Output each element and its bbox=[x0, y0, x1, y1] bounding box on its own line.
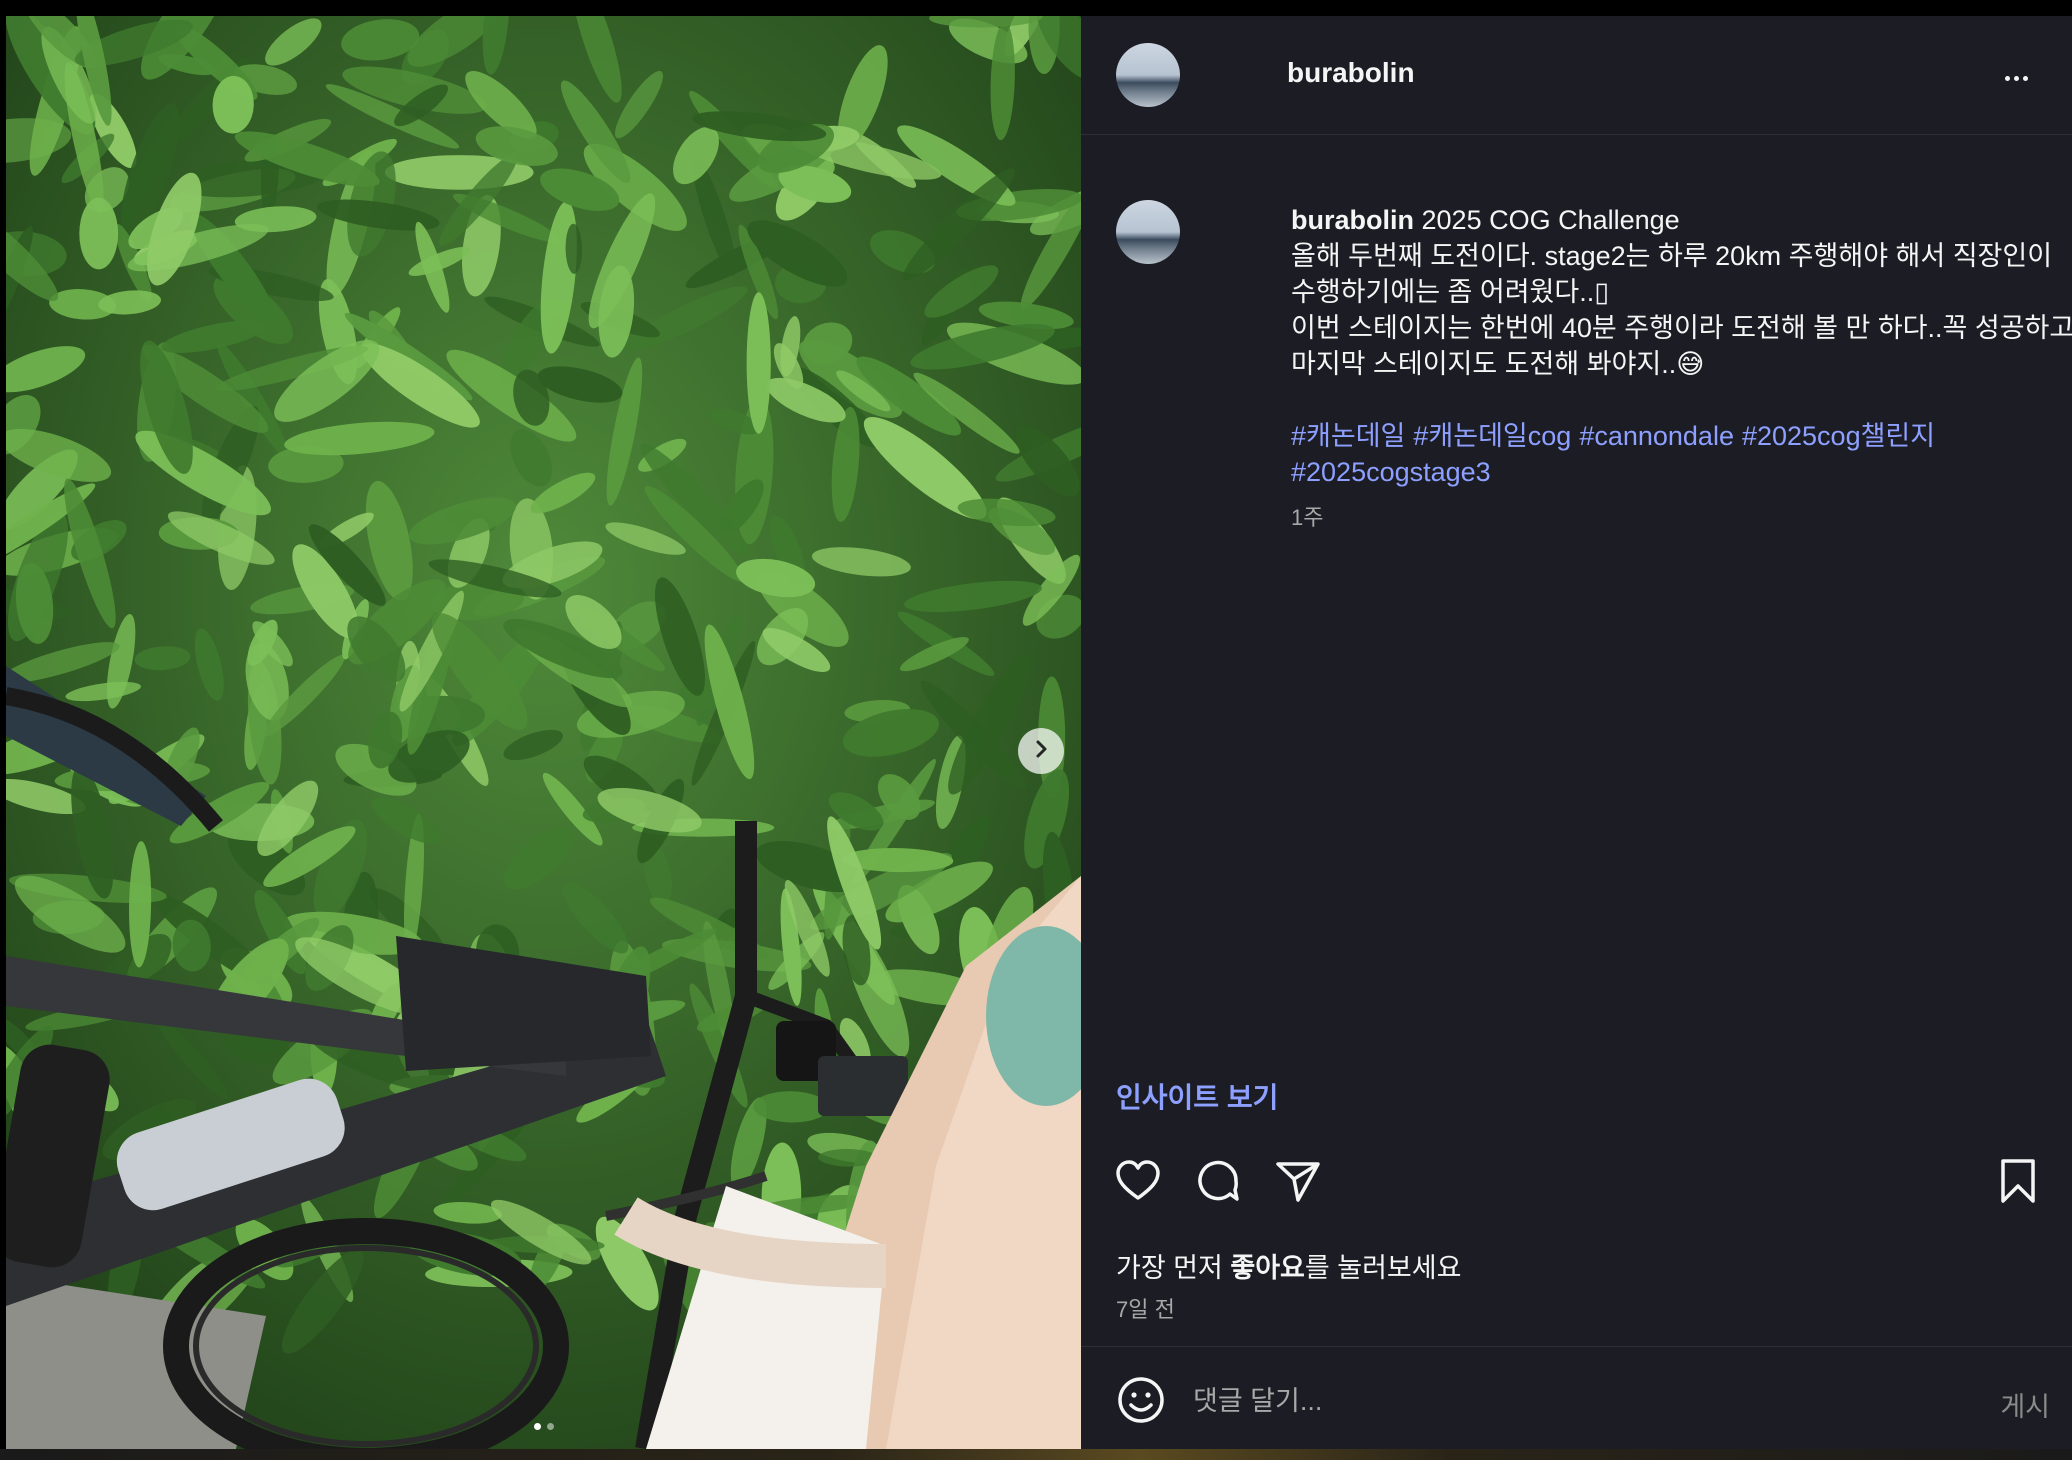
post-comment-button[interactable]: 게시 bbox=[2000, 1385, 2050, 1424]
more-dot bbox=[2013, 75, 2019, 81]
photo-image bbox=[6, 16, 1081, 1449]
more-horizontal-icon bbox=[2004, 75, 2010, 81]
heart-icon bbox=[1114, 1157, 1162, 1210]
post-photo[interactable] bbox=[6, 16, 1081, 1449]
caption-username[interactable]: burabolin bbox=[1291, 205, 1414, 235]
comment-input[interactable] bbox=[1191, 1377, 1895, 1425]
next-photo-button[interactable] bbox=[1018, 728, 1064, 774]
more-dot bbox=[2022, 75, 2028, 81]
avatar[interactable] bbox=[1116, 43, 1180, 107]
hashtag-link[interactable]: #캐논데일cog bbox=[1413, 421, 1571, 451]
hashtag-link[interactable]: #2025cog챌린지 bbox=[1742, 421, 1935, 451]
emoji-button[interactable] bbox=[1116, 1375, 1166, 1425]
comment-button[interactable] bbox=[1191, 1156, 1245, 1210]
carousel-indicator bbox=[6, 1423, 1081, 1430]
likes-bold[interactable]: 좋아요 bbox=[1230, 1253, 1305, 1283]
caption-line-1: 올해 두번째 도전이다. stage2는 하루 20km 주행해야 해서 직장인… bbox=[1291, 241, 2053, 307]
post-header: burabolin bbox=[1081, 16, 2072, 135]
post-side-panel: burabolin burabolin 2025 COG Challenge 올… bbox=[1081, 16, 2072, 1449]
post-date[interactable]: 7일 전 bbox=[1116, 1292, 1175, 1324]
like-button[interactable] bbox=[1111, 1156, 1165, 1210]
sweat-smile-emoji: 😅 bbox=[1676, 349, 1705, 379]
view-insights-link[interactable]: 인사이트 보기 bbox=[1116, 1076, 1278, 1116]
hashtag-list: #캐논데일 #캐논데일cog #cannondale #2025cog챌린지 #2025… bbox=[1291, 418, 2072, 490]
carousel-dot bbox=[533, 1423, 541, 1430]
save-button[interactable] bbox=[1991, 1156, 2045, 1210]
caption-avatar[interactable] bbox=[1116, 200, 1180, 264]
hashtag-link[interactable]: #cannondale bbox=[1579, 421, 1734, 451]
caption: burabolin 2025 COG Challenge 올해 두번째 도전이다… bbox=[1291, 202, 2072, 536]
post-modal: burabolin burabolin 2025 COG Challenge 올… bbox=[6, 16, 2072, 1449]
caption-glyph: ▯ bbox=[1594, 277, 1610, 307]
chevron-right-icon bbox=[1030, 738, 1052, 765]
caption-title: 2025 COG Challenge bbox=[1421, 205, 1680, 235]
more-options-button[interactable] bbox=[1996, 66, 2036, 90]
caption-timestamp[interactable]: 1주 bbox=[1291, 500, 2072, 536]
share-button[interactable] bbox=[1271, 1156, 1325, 1210]
comment-bubble-icon bbox=[1194, 1157, 1242, 1210]
header-username[interactable]: burabolin bbox=[1287, 57, 1415, 89]
likes-prefix: 가장 먼저 bbox=[1116, 1253, 1231, 1283]
likes-suffix: 를 눌러보세요 bbox=[1304, 1253, 1462, 1283]
backdrop-strip bbox=[0, 1449, 2072, 1460]
paper-plane-icon bbox=[1274, 1157, 1322, 1210]
comment-bar: 게시 bbox=[1081, 1346, 2072, 1450]
action-bar bbox=[1081, 1156, 2072, 1226]
likes-prompt: 가장 먼저 좋아요를 눌러보세요 bbox=[1116, 1246, 1461, 1285]
smiley-icon bbox=[1116, 1377, 1166, 1429]
hashtag-link[interactable]: #캐논데일 bbox=[1291, 421, 1405, 451]
carousel-dot bbox=[546, 1423, 554, 1430]
hashtag-link[interactable]: #2025cogstage3 bbox=[1291, 457, 1491, 487]
bookmark-icon bbox=[1994, 1157, 2042, 1210]
